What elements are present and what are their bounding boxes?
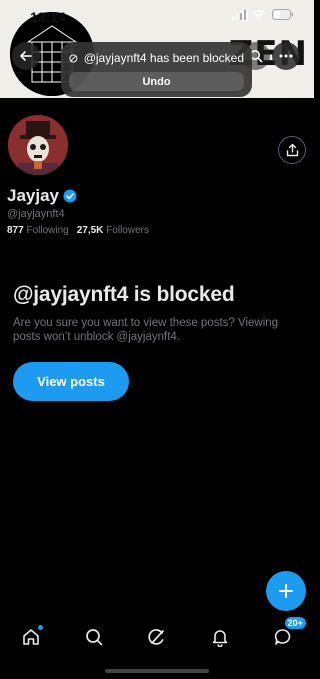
profile-stats: 877 Following 27,5K Followers bbox=[7, 225, 149, 236]
nav-messages[interactable]: 20+ bbox=[268, 616, 307, 652]
grok-icon bbox=[148, 629, 164, 645]
back-button[interactable] bbox=[12, 42, 40, 70]
followers-label: Followers bbox=[106, 225, 149, 236]
nav-grok[interactable] bbox=[142, 622, 172, 652]
following-label: Following bbox=[26, 225, 69, 236]
following-count: 877 bbox=[7, 225, 24, 236]
profile-handle: @jayjaynft4 bbox=[7, 208, 65, 220]
toast-message: @jayjaynft4 has been blocked bbox=[83, 51, 244, 65]
back-arrow-icon bbox=[20, 51, 32, 61]
display-name-text: Jayjay bbox=[7, 186, 59, 205]
status-bar: 13:14 bbox=[0, 0, 314, 30]
more-options-button[interactable] bbox=[272, 42, 300, 70]
view-posts-button[interactable]: View posts bbox=[13, 362, 129, 401]
more-icon bbox=[279, 54, 293, 58]
compose-post-button[interactable] bbox=[266, 571, 306, 611]
nav-home[interactable] bbox=[16, 622, 46, 652]
search-icon bbox=[86, 629, 103, 646]
home-indicator bbox=[105, 669, 209, 673]
avatar[interactable] bbox=[6, 113, 70, 177]
messages-badge: 20+ bbox=[283, 616, 307, 630]
status-icons bbox=[232, 9, 294, 20]
share-icon bbox=[286, 143, 298, 157]
home-notification-dot bbox=[38, 625, 44, 630]
share-button[interactable] bbox=[278, 136, 306, 164]
battery-icon bbox=[272, 9, 293, 20]
nav-notifications[interactable] bbox=[205, 622, 235, 652]
display-name: Jayjay bbox=[7, 186, 77, 206]
blocked-toast: @jayjaynft4 has been blocked Undo bbox=[61, 42, 252, 97]
followers-link[interactable]: 27,5K Followers bbox=[77, 225, 149, 236]
undo-button[interactable]: Undo bbox=[69, 72, 244, 91]
bottom-nav: 20+ bbox=[0, 615, 314, 659]
block-icon bbox=[69, 53, 78, 63]
verified-badge-icon bbox=[63, 189, 77, 203]
messages-icon bbox=[274, 629, 290, 645]
signal-icon bbox=[232, 9, 246, 20]
bell-icon bbox=[212, 630, 228, 647]
followers-count: 27,5K bbox=[76, 225, 104, 236]
plus-icon bbox=[279, 584, 293, 598]
wifi-icon bbox=[252, 9, 266, 20]
home-icon bbox=[23, 629, 40, 645]
following-link[interactable]: 877 Following bbox=[7, 225, 69, 236]
blocked-description: Are you sure you want to view these post… bbox=[13, 317, 279, 343]
blocked-title: @jayjaynft4 is blocked bbox=[13, 283, 235, 306]
nav-search[interactable] bbox=[79, 622, 109, 652]
status-time: 13:14 bbox=[30, 9, 66, 25]
